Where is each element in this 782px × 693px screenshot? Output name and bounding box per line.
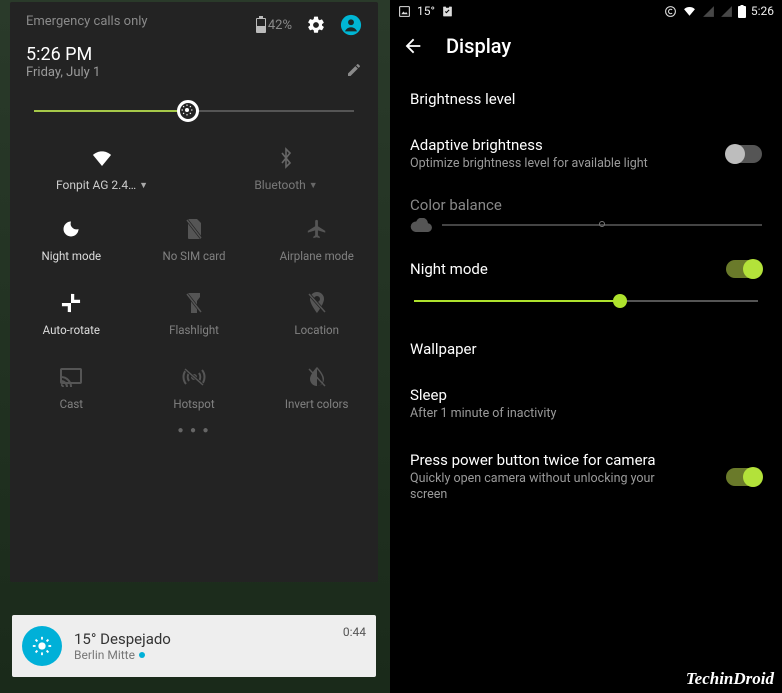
hotspot-tile[interactable]: Hotspot — [133, 357, 256, 423]
clock-time[interactable]: 5:26 PM — [26, 44, 100, 65]
display-settings-screenshot: 15° 5:26 Display Brightness level Adapti… — [390, 0, 782, 693]
sun-icon — [22, 626, 62, 666]
flashlight-tile[interactable]: Flashlight — [133, 283, 256, 349]
user-avatar-icon[interactable] — [340, 14, 362, 36]
night-mode-tile[interactable]: Night mode — [10, 209, 133, 275]
app-bar: Display — [390, 22, 782, 68]
brightness-slider[interactable] — [10, 88, 378, 122]
clock-date[interactable]: Friday, July 1 — [26, 65, 100, 80]
wifi-tile[interactable]: Fonpit AG 2.4…▼ — [10, 132, 194, 201]
power-camera-toggle[interactable] — [726, 468, 762, 486]
airplane-mode-tile[interactable]: Airplane mode — [255, 209, 378, 275]
battery-pct: 42% — [268, 18, 292, 33]
bluetooth-label: Bluetooth — [254, 178, 305, 192]
adaptive-brightness-toggle[interactable] — [726, 145, 762, 163]
setting-brightness-level[interactable]: Brightness level — [410, 76, 762, 122]
chevron-down-icon: ▼ — [139, 180, 148, 191]
cast-tile[interactable]: Cast — [10, 357, 133, 423]
auto-rotate-tile[interactable]: Auto-rotate — [10, 283, 133, 349]
signal-icon — [702, 5, 715, 18]
notification-time: 0:44 — [343, 625, 366, 639]
wifi-label: Fonpit AG 2.4… — [56, 178, 136, 192]
status-clock: 5:26 — [751, 4, 774, 18]
setting-night-mode[interactable]: Night mode — [410, 246, 762, 326]
setting-sleep[interactable]: Sleep After 1 minute of inactivity — [410, 372, 762, 436]
battery-indicator: 42% — [256, 18, 292, 33]
night-mode-slider[interactable] — [410, 278, 762, 312]
cc-icon — [664, 5, 677, 18]
bluetooth-tile[interactable]: Bluetooth ▼ — [194, 132, 378, 201]
setting-adaptive-brightness[interactable]: Adaptive brightness Optimize brightness … — [410, 122, 762, 186]
night-mode-toggle[interactable] — [726, 260, 762, 278]
page-title: Display — [446, 34, 511, 58]
settings-gear-icon[interactable] — [306, 15, 326, 35]
quick-settings-screenshot: Emergency calls only 42% 5:26 PM Friday,… — [0, 0, 390, 693]
watermark-text: TechinDroid — [686, 669, 774, 689]
status-temp: 15° — [417, 4, 435, 18]
page-indicator: ● ● ● — [10, 423, 378, 436]
status-bar: 15° 5:26 — [390, 0, 782, 22]
color-balance-slider — [442, 224, 762, 226]
network-status-text: Emergency calls only — [26, 14, 148, 36]
time-date-row: 5:26 PM Friday, July 1 — [10, 40, 378, 88]
chevron-down-icon: ▼ — [309, 180, 318, 191]
back-arrow-icon[interactable] — [402, 35, 424, 57]
battery-icon — [738, 5, 746, 18]
cloud-icon — [410, 218, 432, 232]
invert-colors-tile[interactable]: Invert colors — [255, 357, 378, 423]
weather-notification[interactable]: 15° Despejado Berlin Mitte 0:44 — [12, 615, 376, 677]
assignment-icon — [441, 5, 454, 18]
image-icon — [398, 5, 411, 18]
location-tile[interactable]: Location — [255, 283, 378, 349]
notification-place: Berlin Mitte — [74, 648, 135, 662]
setting-color-balance: Color balance — [410, 186, 762, 246]
drawer-header: Emergency calls only 42% — [10, 2, 378, 40]
no-sim-tile[interactable]: No SIM card — [133, 209, 256, 275]
signal-icon — [720, 5, 733, 18]
status-dot-icon — [139, 652, 145, 658]
quick-settings-drawer: Emergency calls only 42% 5:26 PM Friday,… — [10, 2, 378, 582]
setting-power-camera[interactable]: Press power button twice for camera Quic… — [410, 437, 762, 518]
setting-wallpaper[interactable]: Wallpaper — [410, 326, 762, 372]
wifi-icon — [682, 5, 697, 17]
settings-list: Brightness level Adaptive brightness Opt… — [390, 68, 782, 517]
edit-pencil-icon[interactable] — [346, 62, 362, 78]
notification-title: 15° Despejado — [74, 630, 343, 648]
